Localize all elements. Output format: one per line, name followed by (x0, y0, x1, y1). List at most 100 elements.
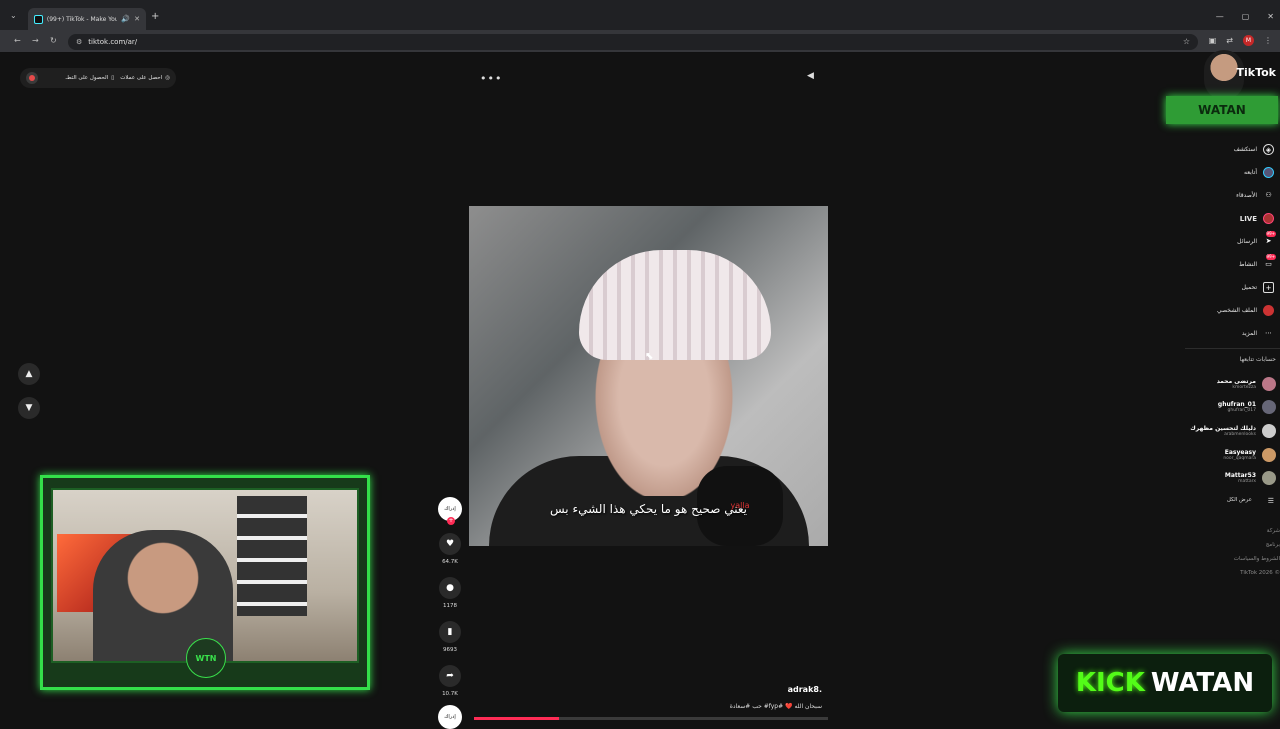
creator-avatar-label: إدراك (444, 506, 456, 512)
like-count: 64.7K (442, 559, 458, 565)
sidebar-item-messages[interactable]: الرسائل ➤ 99+ (1154, 230, 1276, 253)
sidebar-item-live[interactable]: LIVE (1154, 207, 1274, 230)
sidebar-divider (1185, 348, 1280, 349)
save-button[interactable]: ▮ (439, 621, 461, 643)
forward-icon[interactable]: → (32, 36, 39, 45)
get-app-button[interactable]: ▯ الحصول على التطـ (66, 75, 115, 81)
minimize-icon[interactable]: — (1216, 12, 1224, 21)
music-avatar-label: إدراك (444, 714, 456, 720)
sidebar-item-upload[interactable]: تحميل + (1154, 276, 1274, 299)
list-item[interactable]: دليلك لتحسين مظهرك arabmenlooks (1136, 419, 1276, 443)
profile-avatar[interactable]: M (1243, 35, 1254, 46)
upload-icon: + (1263, 282, 1274, 293)
sidebar-item-following[interactable]: أتابعه (1154, 161, 1274, 184)
list-item[interactable]: Mattar53 mattarx (1136, 466, 1276, 490)
live-icon (1263, 213, 1274, 224)
get-coins-button[interactable]: ◎ احصل على عملات (120, 75, 170, 81)
follow-username: mattarx (1238, 479, 1256, 485)
avatar (1262, 447, 1276, 462)
address-bar: ← → ↻ ⚙ tiktok.com/ar/ ☆ ▣ ⇄ M ⋮ (0, 30, 1280, 53)
share-count: 10.7K (442, 691, 458, 697)
browser-menu-icon[interactable]: ⋮ (1264, 36, 1272, 45)
reload-icon[interactable]: ↻ (50, 36, 57, 45)
sidebar-item-label: الرسائل (1237, 238, 1257, 245)
back-icon[interactable]: ← (14, 36, 21, 45)
get-app-label: الحصول على التطـ (65, 75, 109, 81)
tab-search-icon[interactable]: ⌄ (10, 11, 17, 20)
sidebar-item-explore[interactable]: استكشف ◈ (1154, 138, 1274, 161)
tiktok-app-icon[interactable] (26, 72, 38, 84)
watan-word: WATAN (1150, 668, 1255, 698)
sidebar-menu: استكشف ◈ أتابعه الأصدقاء ⚇ LIVE الرسائل … (1154, 138, 1276, 345)
comment-count: 1178 (443, 603, 457, 609)
next-video-button[interactable]: ▼ (18, 397, 40, 419)
sidebar-item-activity[interactable]: النشاط ▭ 99+ (1154, 253, 1276, 276)
sidebar-item-label: النشاط (1238, 261, 1257, 268)
follow-username: noor_qaqmara (1223, 455, 1256, 461)
following-list: مرتضى محمد kmortezza ghufran_01 ghufran_01… (1136, 372, 1276, 490)
footer-link-terms[interactable]: الشروط والسياسات (1234, 556, 1280, 570)
webcam-overlay: WTN (40, 475, 370, 690)
coin-icon: ◎ (165, 75, 170, 81)
video-beanie (579, 250, 771, 360)
sidebar-item-friends[interactable]: الأصدقاء ⚇ (1154, 184, 1274, 207)
sidebar-item-profile[interactable]: الملف الشخصي (1154, 299, 1274, 322)
profile-icon (1263, 305, 1274, 316)
avatar (1262, 471, 1276, 486)
list-item[interactable]: Easyeasy noor_qaqmara (1136, 443, 1276, 467)
tab-close-icon[interactable]: ✕ (134, 15, 140, 23)
footer-links: شركة برنامج الشروط والسياسات TikTok 2026… (1234, 528, 1280, 584)
like-button[interactable]: ♥ (439, 533, 461, 555)
volume-icon[interactable]: ◀ (807, 71, 814, 81)
more-icon: ⋯ (1265, 329, 1272, 337)
cast-icon[interactable]: ⇄ (1226, 36, 1233, 45)
compass-icon: ◈ (1263, 144, 1274, 155)
maximize-icon[interactable]: ▢ (1242, 12, 1250, 21)
window-close-icon[interactable]: ✕ (1267, 12, 1274, 21)
sidebar-item-label: تحميل (1241, 284, 1257, 291)
comment-button[interactable]: ● (439, 577, 461, 599)
get-coins-label: احصل على عملات (120, 75, 163, 81)
mouse-cursor-icon: ⬉ (645, 351, 654, 362)
follow-name: Easyeasy (1224, 448, 1256, 456)
site-info-icon[interactable]: ⚙ (76, 38, 82, 46)
new-tab-icon[interactable]: + (151, 11, 159, 22)
messages-badge: 99+ (1265, 231, 1276, 237)
more-options-icon[interactable]: ••• (480, 72, 502, 85)
list-item[interactable]: ghufran_01 ghufran_017 (1136, 396, 1276, 420)
sidebar-item-more[interactable]: المزيد ⋯ (1154, 322, 1274, 345)
bookmark-star-icon[interactable]: ☆ (1183, 37, 1190, 46)
extensions-area: ▣ ⇄ M ⋮ (1209, 35, 1272, 46)
share-button[interactable]: ➦ (439, 665, 461, 687)
tiktok-logo[interactable]: TikTok (1236, 66, 1276, 79)
phone-icon: ▯ (111, 75, 115, 81)
save-count: 9693 (443, 647, 457, 653)
tiktok-favicon-icon (34, 14, 43, 24)
footer-copyright: TikTok 2026 © (1240, 570, 1280, 576)
browser-tab-bar: ⌄ (99+) TikTok - Make Your Day 🔊 ✕ + — ▢… (0, 0, 1280, 30)
list-item[interactable]: مرتضى محمد kmortezza (1136, 372, 1276, 396)
url-field[interactable]: ⚙ tiktok.com/ar/ ☆ (68, 34, 1198, 50)
follow-name: دليلك لتحسين مظهرك (1190, 424, 1256, 432)
audio-icon[interactable]: 🔊 (121, 15, 130, 23)
activity-badge: 99+ (1265, 254, 1276, 260)
video-player[interactable]: yalla يعني صحيح هو ما يحكي هذا الشيء بس (469, 206, 828, 546)
previous-video-button[interactable]: ▲ (18, 363, 40, 385)
list-icon: ☰ (1267, 497, 1274, 505)
streamer-logo: WTN (186, 638, 226, 678)
browser-tab[interactable]: (99+) TikTok - Make Your Day 🔊 ✕ (28, 8, 146, 30)
top-pill: ◎ احصل على عملات ▯ الحصول على التطـ (20, 68, 176, 88)
music-avatar[interactable]: إدراك (438, 705, 462, 729)
footer-link-program[interactable]: برنامج (1234, 542, 1280, 556)
messages-icon: ➤ 99+ (1265, 231, 1276, 245)
footer-link-company[interactable]: شركة (1234, 528, 1280, 542)
video-author[interactable]: adrak8. (788, 685, 822, 694)
tab-title: (99+) TikTok - Make Your Day (46, 15, 118, 23)
kick-watan-logo: KICK WATAN (1058, 654, 1272, 712)
see-all-link[interactable]: عرض الكل (1227, 497, 1252, 503)
extensions-icon[interactable]: ▣ (1209, 36, 1217, 45)
follow-name: مرتضى محمد (1216, 377, 1256, 385)
sidebar-item-label: أتابعه (1244, 169, 1257, 176)
creator-avatar[interactable]: إدراك + (438, 497, 462, 525)
follow-plus-icon[interactable]: + (447, 517, 455, 525)
